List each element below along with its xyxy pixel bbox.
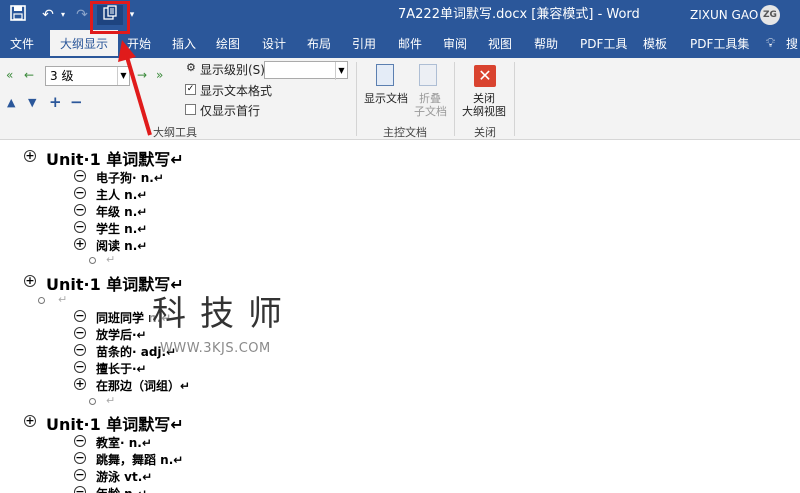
annotation-arrow [118,40,152,136]
